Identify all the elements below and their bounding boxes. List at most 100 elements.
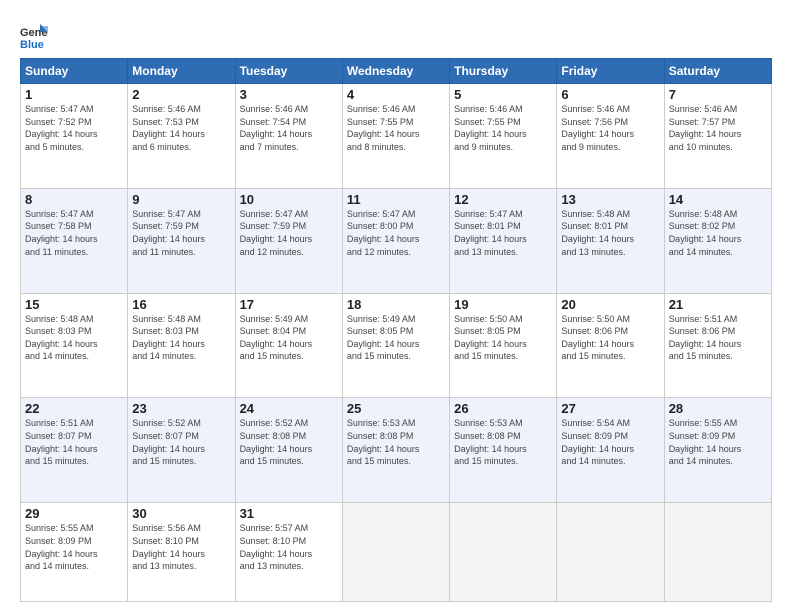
day-cell: 5Sunrise: 5:46 AMSunset: 7:55 PMDaylight… xyxy=(450,84,557,189)
day-cell xyxy=(342,503,449,602)
week-row-3: 15Sunrise: 5:48 AMSunset: 8:03 PMDayligh… xyxy=(21,293,772,398)
day-cell: 21Sunrise: 5:51 AMSunset: 8:06 PMDayligh… xyxy=(664,293,771,398)
col-header-tuesday: Tuesday xyxy=(235,59,342,84)
day-info: Sunrise: 5:52 AMSunset: 8:08 PMDaylight:… xyxy=(240,417,338,467)
day-number: 13 xyxy=(561,192,659,207)
day-info: Sunrise: 5:48 AMSunset: 8:02 PMDaylight:… xyxy=(669,208,767,258)
day-number: 31 xyxy=(240,506,338,521)
day-cell: 25Sunrise: 5:53 AMSunset: 8:08 PMDayligh… xyxy=(342,398,449,503)
day-info: Sunrise: 5:55 AMSunset: 8:09 PMDaylight:… xyxy=(669,417,767,467)
day-number: 17 xyxy=(240,297,338,312)
day-cell: 23Sunrise: 5:52 AMSunset: 8:07 PMDayligh… xyxy=(128,398,235,503)
day-number: 15 xyxy=(25,297,123,312)
calendar-table: SundayMondayTuesdayWednesdayThursdayFrid… xyxy=(20,58,772,602)
day-number: 21 xyxy=(669,297,767,312)
day-cell: 3Sunrise: 5:46 AMSunset: 7:54 PMDaylight… xyxy=(235,84,342,189)
day-number: 24 xyxy=(240,401,338,416)
day-number: 30 xyxy=(132,506,230,521)
day-number: 1 xyxy=(25,87,123,102)
day-number: 22 xyxy=(25,401,123,416)
day-info: Sunrise: 5:47 AMSunset: 7:58 PMDaylight:… xyxy=(25,208,123,258)
day-number: 7 xyxy=(669,87,767,102)
calendar-header-row: SundayMondayTuesdayWednesdayThursdayFrid… xyxy=(21,59,772,84)
day-info: Sunrise: 5:47 AMSunset: 7:52 PMDaylight:… xyxy=(25,103,123,153)
day-info: Sunrise: 5:55 AMSunset: 8:09 PMDaylight:… xyxy=(25,522,123,572)
day-number: 9 xyxy=(132,192,230,207)
day-info: Sunrise: 5:47 AMSunset: 8:01 PMDaylight:… xyxy=(454,208,552,258)
day-number: 5 xyxy=(454,87,552,102)
col-header-saturday: Saturday xyxy=(664,59,771,84)
day-cell: 31Sunrise: 5:57 AMSunset: 8:10 PMDayligh… xyxy=(235,503,342,602)
week-row-1: 1Sunrise: 5:47 AMSunset: 7:52 PMDaylight… xyxy=(21,84,772,189)
day-info: Sunrise: 5:46 AMSunset: 7:54 PMDaylight:… xyxy=(240,103,338,153)
col-header-wednesday: Wednesday xyxy=(342,59,449,84)
day-number: 29 xyxy=(25,506,123,521)
week-row-5: 29Sunrise: 5:55 AMSunset: 8:09 PMDayligh… xyxy=(21,503,772,602)
day-info: Sunrise: 5:49 AMSunset: 8:05 PMDaylight:… xyxy=(347,313,445,363)
logo-icon: General Blue xyxy=(20,22,48,50)
logo: General Blue xyxy=(20,22,52,50)
day-number: 2 xyxy=(132,87,230,102)
day-number: 4 xyxy=(347,87,445,102)
col-header-thursday: Thursday xyxy=(450,59,557,84)
day-info: Sunrise: 5:57 AMSunset: 8:10 PMDaylight:… xyxy=(240,522,338,572)
day-cell: 22Sunrise: 5:51 AMSunset: 8:07 PMDayligh… xyxy=(21,398,128,503)
day-number: 25 xyxy=(347,401,445,416)
day-number: 3 xyxy=(240,87,338,102)
col-header-sunday: Sunday xyxy=(21,59,128,84)
day-number: 8 xyxy=(25,192,123,207)
header: General Blue xyxy=(20,18,772,50)
day-number: 20 xyxy=(561,297,659,312)
day-info: Sunrise: 5:54 AMSunset: 8:09 PMDaylight:… xyxy=(561,417,659,467)
day-number: 10 xyxy=(240,192,338,207)
day-info: Sunrise: 5:53 AMSunset: 8:08 PMDaylight:… xyxy=(347,417,445,467)
day-cell: 15Sunrise: 5:48 AMSunset: 8:03 PMDayligh… xyxy=(21,293,128,398)
day-cell: 30Sunrise: 5:56 AMSunset: 8:10 PMDayligh… xyxy=(128,503,235,602)
col-header-friday: Friday xyxy=(557,59,664,84)
day-cell: 11Sunrise: 5:47 AMSunset: 8:00 PMDayligh… xyxy=(342,188,449,293)
day-number: 19 xyxy=(454,297,552,312)
day-number: 14 xyxy=(669,192,767,207)
day-info: Sunrise: 5:48 AMSunset: 8:01 PMDaylight:… xyxy=(561,208,659,258)
day-number: 11 xyxy=(347,192,445,207)
day-cell: 19Sunrise: 5:50 AMSunset: 8:05 PMDayligh… xyxy=(450,293,557,398)
day-cell: 14Sunrise: 5:48 AMSunset: 8:02 PMDayligh… xyxy=(664,188,771,293)
week-row-4: 22Sunrise: 5:51 AMSunset: 8:07 PMDayligh… xyxy=(21,398,772,503)
day-cell: 10Sunrise: 5:47 AMSunset: 7:59 PMDayligh… xyxy=(235,188,342,293)
day-number: 23 xyxy=(132,401,230,416)
day-info: Sunrise: 5:46 AMSunset: 7:56 PMDaylight:… xyxy=(561,103,659,153)
day-info: Sunrise: 5:56 AMSunset: 8:10 PMDaylight:… xyxy=(132,522,230,572)
day-info: Sunrise: 5:48 AMSunset: 8:03 PMDaylight:… xyxy=(132,313,230,363)
day-cell: 12Sunrise: 5:47 AMSunset: 8:01 PMDayligh… xyxy=(450,188,557,293)
day-cell: 6Sunrise: 5:46 AMSunset: 7:56 PMDaylight… xyxy=(557,84,664,189)
day-info: Sunrise: 5:51 AMSunset: 8:06 PMDaylight:… xyxy=(669,313,767,363)
day-info: Sunrise: 5:46 AMSunset: 7:53 PMDaylight:… xyxy=(132,103,230,153)
day-cell: 1Sunrise: 5:47 AMSunset: 7:52 PMDaylight… xyxy=(21,84,128,189)
day-cell: 16Sunrise: 5:48 AMSunset: 8:03 PMDayligh… xyxy=(128,293,235,398)
day-info: Sunrise: 5:52 AMSunset: 8:07 PMDaylight:… xyxy=(132,417,230,467)
day-cell: 7Sunrise: 5:46 AMSunset: 7:57 PMDaylight… xyxy=(664,84,771,189)
day-cell: 24Sunrise: 5:52 AMSunset: 8:08 PMDayligh… xyxy=(235,398,342,503)
day-cell: 17Sunrise: 5:49 AMSunset: 8:04 PMDayligh… xyxy=(235,293,342,398)
day-number: 18 xyxy=(347,297,445,312)
day-cell: 18Sunrise: 5:49 AMSunset: 8:05 PMDayligh… xyxy=(342,293,449,398)
day-cell xyxy=(450,503,557,602)
day-number: 12 xyxy=(454,192,552,207)
day-cell: 9Sunrise: 5:47 AMSunset: 7:59 PMDaylight… xyxy=(128,188,235,293)
day-cell: 29Sunrise: 5:55 AMSunset: 8:09 PMDayligh… xyxy=(21,503,128,602)
day-info: Sunrise: 5:50 AMSunset: 8:05 PMDaylight:… xyxy=(454,313,552,363)
day-number: 6 xyxy=(561,87,659,102)
day-info: Sunrise: 5:47 AMSunset: 7:59 PMDaylight:… xyxy=(132,208,230,258)
day-info: Sunrise: 5:46 AMSunset: 7:57 PMDaylight:… xyxy=(669,103,767,153)
day-info: Sunrise: 5:53 AMSunset: 8:08 PMDaylight:… xyxy=(454,417,552,467)
day-info: Sunrise: 5:46 AMSunset: 7:55 PMDaylight:… xyxy=(454,103,552,153)
page: General Blue SundayMondayTuesdayWednesda… xyxy=(0,0,792,612)
day-info: Sunrise: 5:50 AMSunset: 8:06 PMDaylight:… xyxy=(561,313,659,363)
day-info: Sunrise: 5:48 AMSunset: 8:03 PMDaylight:… xyxy=(25,313,123,363)
day-cell: 20Sunrise: 5:50 AMSunset: 8:06 PMDayligh… xyxy=(557,293,664,398)
day-cell: 2Sunrise: 5:46 AMSunset: 7:53 PMDaylight… xyxy=(128,84,235,189)
day-cell: 28Sunrise: 5:55 AMSunset: 8:09 PMDayligh… xyxy=(664,398,771,503)
day-cell: 27Sunrise: 5:54 AMSunset: 8:09 PMDayligh… xyxy=(557,398,664,503)
day-number: 27 xyxy=(561,401,659,416)
day-number: 28 xyxy=(669,401,767,416)
